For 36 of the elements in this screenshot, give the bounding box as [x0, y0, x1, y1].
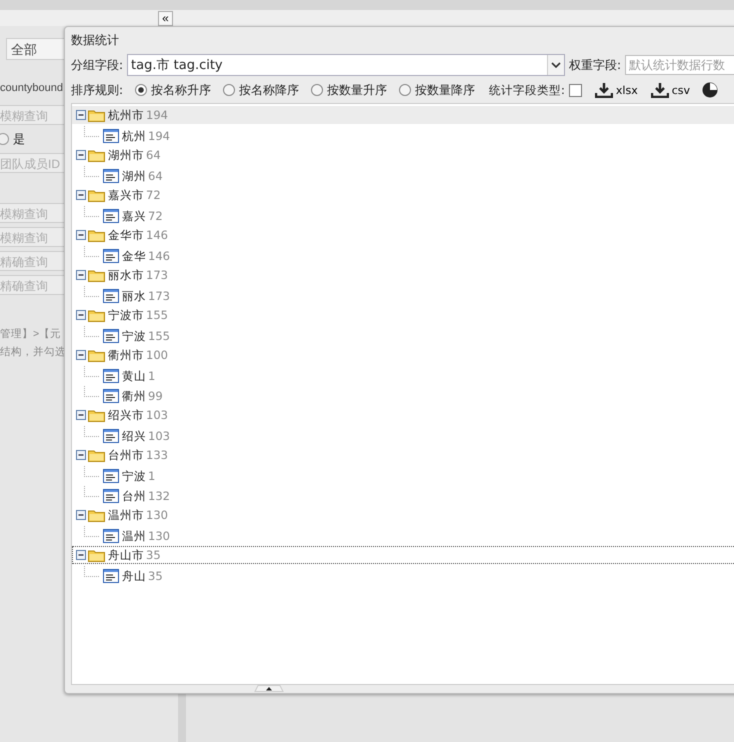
node-label: 舟山 35: [122, 568, 163, 584]
node-label: 宁波 155: [122, 328, 170, 344]
node-label: 金华市 146: [108, 228, 168, 242]
radio-label: 按名称降序: [239, 82, 300, 98]
field-label: countybound: [0, 81, 62, 96]
sort-label: 排序规则:: [71, 82, 124, 98]
radio-label: 按数量升序: [327, 82, 388, 98]
node-label: 台州市 133: [108, 448, 168, 462]
window-title: 数据统计: [70, 32, 120, 49]
node-label: 绍兴 103: [122, 428, 170, 444]
help-text: 管理】>【元: [0, 327, 62, 342]
node-label: 湖州市 64: [108, 148, 161, 162]
node-label: 金华 146: [122, 248, 170, 264]
node-label: 温州 130: [122, 528, 170, 544]
node-label: 嘉兴 72: [122, 208, 163, 224]
node-label: 丽水市 173: [108, 268, 168, 282]
node-label: 杭州市 194: [108, 108, 168, 122]
field-label: 分组字段:: [71, 56, 124, 74]
node-label: 杭州 194: [122, 128, 170, 144]
node-label: 宁波 1: [122, 468, 156, 484]
node-label: 温州市 130: [108, 508, 168, 522]
node-label: 丽水 173: [122, 288, 170, 304]
node-label: 宁波市 155: [108, 308, 168, 322]
node-label: 舟山市 35: [108, 548, 161, 562]
node-label: 嘉兴市 72: [108, 188, 161, 202]
field-label: 权重字段:: [568, 56, 621, 74]
node-label: 黄山 1: [122, 368, 156, 384]
radio-label: 按数量降序: [415, 82, 476, 98]
node-label: 台州 132: [122, 488, 170, 504]
field-type-label: 统计字段类型:: [489, 82, 565, 98]
node-label: 湖州 64: [122, 168, 163, 184]
radio-label: 是: [13, 130, 25, 148]
node-label: 衢州市 100: [108, 348, 168, 362]
node-label: 衢州 99: [122, 388, 163, 404]
radio-label: 按名称升序: [151, 82, 212, 98]
node-label: 绍兴市 103: [108, 408, 168, 422]
